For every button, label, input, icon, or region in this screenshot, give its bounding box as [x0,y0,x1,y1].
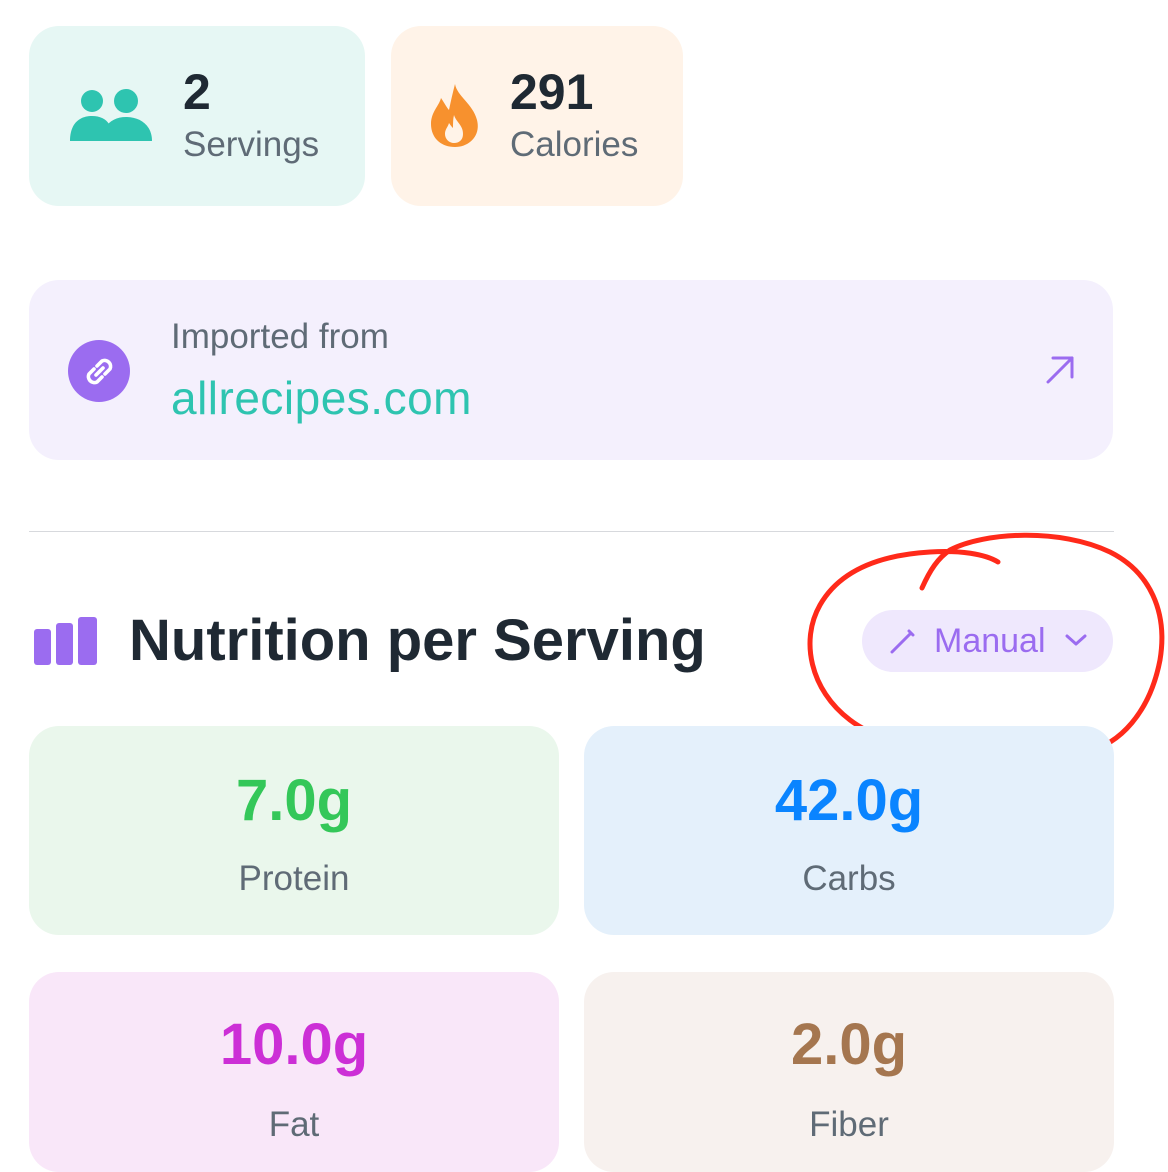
fiber-value: 2.0g [790,1012,908,1077]
source-caption: Imported from [171,317,389,356]
servings-value: 2 [183,64,211,120]
nutrition-title: Nutrition per Serving [129,608,706,673]
section-divider [29,531,1114,532]
fiber-tile: 2.0g Fiber [584,972,1114,1172]
carbs-value: 42.0g [774,768,924,833]
protein-label: Protein [238,859,350,898]
people-icon [70,89,152,141]
link-icon [68,340,130,402]
bar-chart-icon [34,617,97,665]
carbs-tile: 42.0g Carbs [584,726,1114,935]
fat-tile: 10.0g Fat [29,972,559,1172]
mode-label: Manual [934,622,1046,660]
calories-value: 291 [510,64,594,120]
calories-card: 291 Calories [391,26,683,206]
protein-tile: 7.0g Protein [29,726,559,935]
chevron-down-icon [1065,634,1087,646]
fiber-label: Fiber [809,1105,889,1144]
carbs-label: Carbs [802,859,896,898]
nutrition-mode-dropdown[interactable]: Manual [862,610,1113,672]
calories-label: Calories [510,125,639,164]
fat-label: Fat [268,1105,320,1144]
protein-value: 7.0g [235,768,353,833]
source-link[interactable]: allrecipes.com [171,370,472,426]
pencil-icon [890,629,915,654]
fat-value: 10.0g [219,1012,369,1077]
servings-label: Servings [183,125,320,164]
arrow-up-right-icon[interactable] [1040,350,1080,390]
flame-icon [431,84,478,147]
servings-card: 2 Servings [29,26,365,206]
